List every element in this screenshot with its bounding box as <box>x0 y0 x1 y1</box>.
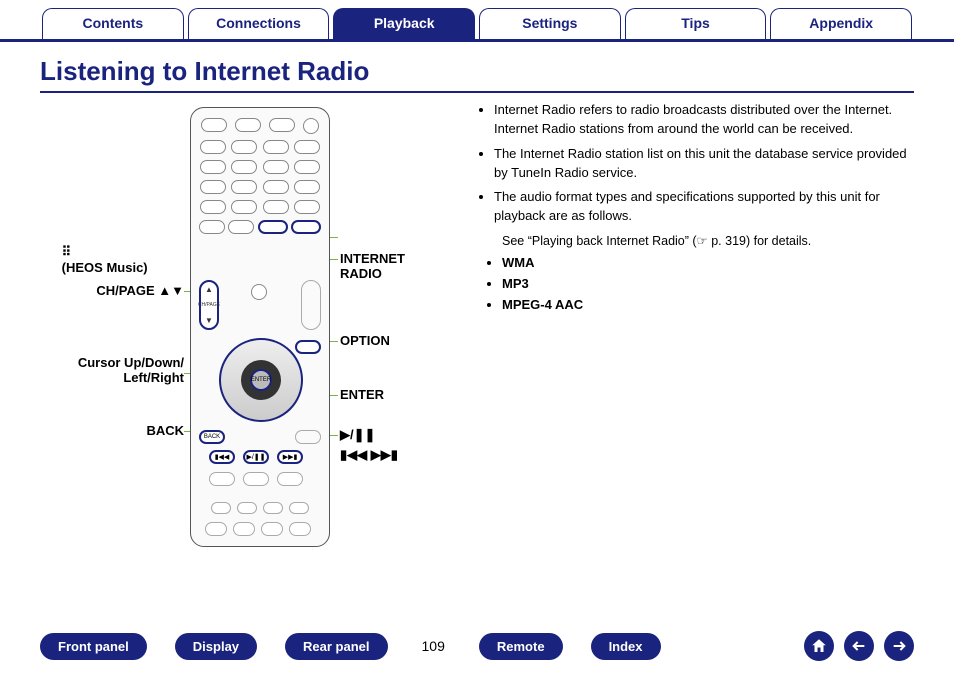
remote-btn-generic <box>199 220 225 234</box>
page-title: Listening to Internet Radio <box>40 56 914 93</box>
footer-nav: Front panel Display Rear panel 109 Remot… <box>0 631 954 661</box>
callout-back: BACK <box>40 423 184 438</box>
chevron-up-icon: ▲ <box>205 285 213 294</box>
callout-playpause: ▶/❚❚ <box>340 427 375 443</box>
remote-btn-internet-radio <box>291 220 321 234</box>
page-number: 109 <box>422 638 445 654</box>
tab-connections[interactable]: Connections <box>188 8 330 39</box>
link-rear-panel[interactable]: Rear panel <box>285 633 387 660</box>
link-index[interactable]: Index <box>591 633 661 660</box>
remote-btn-playpause: ▶/❚❚ <box>243 450 269 464</box>
remote-btn-generic <box>269 118 295 132</box>
bullet-item: The audio format types and specification… <box>494 188 914 226</box>
remote-btn-setup <box>295 430 321 444</box>
remote-transport-row: ▮◀◀ ▶/❚❚ ▶▶▮ <box>209 450 303 464</box>
remote-btn-prev: ▮◀◀ <box>209 450 235 464</box>
description-column: Internet Radio refers to radio broadcast… <box>480 97 914 557</box>
remote-btn-generic <box>235 118 261 132</box>
callout-heos: ⠿ (HEOS Music) <box>40 229 148 290</box>
format-item: MPEG-4 AAC <box>502 296 914 315</box>
tab-appendix[interactable]: Appendix <box>770 8 912 39</box>
remote-chpage-label: CH/PAGE <box>198 303 220 308</box>
bullet-item: Internet Radio refers to radio broadcast… <box>494 101 914 139</box>
link-display[interactable]: Display <box>175 633 257 660</box>
remote-diagram: CH/PAGE ▲ ▼ Cursor Up/Down/ Left/Right BA… <box>40 97 460 557</box>
remote-btn-generic <box>228 220 254 234</box>
remote-btn-next: ▶▶▮ <box>277 450 303 464</box>
format-item: WMA <box>502 254 914 273</box>
remote-btn-back: BACK <box>199 430 225 444</box>
callout-skip: ▮◀◀ ▶▶▮ <box>340 447 398 463</box>
chevron-down-icon: ▼ <box>205 316 213 325</box>
callout-enter: ENTER <box>340 387 384 402</box>
callout-internet-radio: INTERNET RADIO <box>340 251 405 281</box>
bullet-item: The Internet Radio station list on this … <box>494 145 914 183</box>
link-front-panel[interactable]: Front panel <box>40 633 147 660</box>
tab-settings[interactable]: Settings <box>479 8 621 39</box>
remote-btn-enter: ENTER <box>250 369 272 391</box>
tab-tips[interactable]: Tips <box>625 8 767 39</box>
prev-page-icon[interactable] <box>844 631 874 661</box>
top-tabs: Contents Connections Playback Settings T… <box>0 0 954 42</box>
remote-quick-select <box>211 502 309 514</box>
next-page-icon[interactable] <box>884 631 914 661</box>
home-icon[interactable] <box>804 631 834 661</box>
remote-btn-mute <box>251 284 267 300</box>
description-list: Internet Radio refers to radio broadcast… <box>494 101 914 226</box>
format-item: MP3 <box>502 275 914 294</box>
tab-playback[interactable]: Playback <box>333 8 475 39</box>
callout-heos-text: (HEOS Music) <box>62 260 148 275</box>
remote-outline: ▲ CH/PAGE ▼ ENTER BACK ▮◀◀ ▶/❚❚ ▶▶▮ <box>190 107 330 547</box>
remote-volume-rocker <box>301 280 321 330</box>
see-reference: See “Playing back Internet Radio” (☞ p. … <box>502 232 914 250</box>
format-list: WMA MP3 MPEG-4 AAC <box>502 254 914 315</box>
callout-option: OPTION <box>340 333 390 348</box>
remote-btn-heos <box>258 220 288 234</box>
link-remote[interactable]: Remote <box>479 633 563 660</box>
remote-dpad: ENTER <box>219 338 303 422</box>
callout-cursor: Cursor Up/Down/ Left/Right <box>40 355 184 385</box>
tab-contents[interactable]: Contents <box>42 8 184 39</box>
remote-btn-generic <box>201 118 227 132</box>
content-area: CH/PAGE ▲ ▼ Cursor Up/Down/ Left/Right BA… <box>0 97 954 557</box>
remote-btn-power <box>303 118 319 134</box>
remote-chpage-rocker: ▲ CH/PAGE ▼ <box>199 280 219 330</box>
heos-glyph-icon: ⠿ <box>62 244 72 259</box>
